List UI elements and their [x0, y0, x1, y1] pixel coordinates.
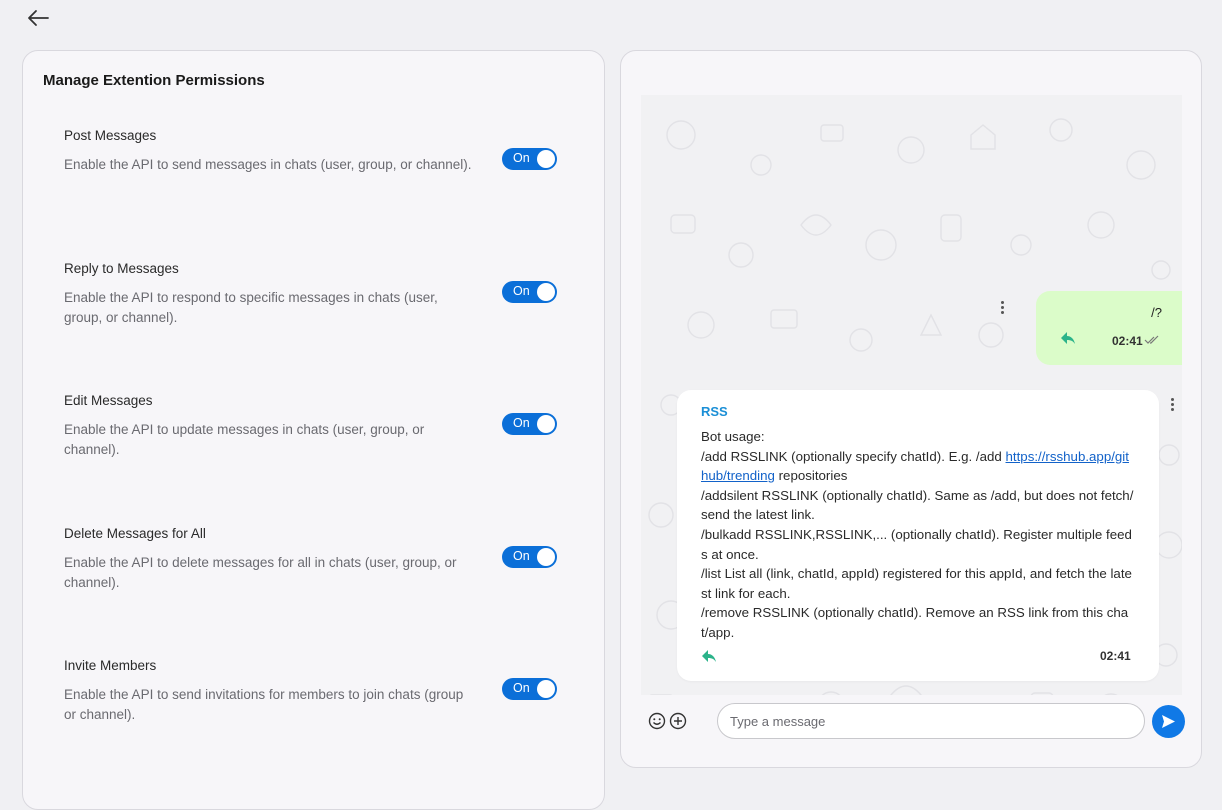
toggle-label: On: [513, 416, 530, 430]
permission-description: Enable the API to send messages in chats…: [64, 157, 472, 172]
reply-messages-toggle[interactable]: On: [502, 281, 557, 303]
message-line: /addsilent RSSLINK (optionally chatId). …: [701, 487, 1134, 523]
permission-name: Reply to Messages: [64, 261, 179, 276]
outgoing-message-text: /?: [1151, 305, 1162, 320]
toggle-label: On: [513, 549, 530, 563]
message-text-span: repositories: [774, 468, 848, 484]
emoji-icon[interactable]: [648, 712, 666, 730]
message-sender-name: RSS: [701, 404, 728, 419]
send-button[interactable]: [1152, 705, 1185, 738]
toggle-knob: [537, 150, 555, 168]
invite-members-toggle[interactable]: On: [502, 678, 557, 700]
toggle-label: On: [513, 681, 530, 695]
post-messages-toggle[interactable]: On: [502, 148, 557, 170]
message-input[interactable]: [717, 703, 1145, 739]
permission-description: Enable the API to send invitations for m…: [64, 687, 464, 722]
permission-name: Delete Messages for All: [64, 526, 206, 541]
permission-description: Enable the API to respond to specific me…: [64, 290, 438, 325]
toggle-label: On: [513, 284, 530, 298]
permission-description: Enable the API to delete messages for al…: [64, 555, 457, 590]
send-icon: [1162, 715, 1175, 728]
double-check-icon: [1144, 335, 1159, 344]
outgoing-message-time: 02:41: [1112, 334, 1143, 348]
permission-delete-messages: Delete Messages for All Enable the API t…: [64, 526, 564, 593]
message-line: /bulkadd RSSLINK,RSSLINK,... (optionally…: [701, 526, 1132, 562]
message-composer: [641, 695, 1185, 747]
permission-invite-members: Invite Members Enable the API to send in…: [64, 658, 564, 725]
reply-icon[interactable]: [701, 649, 717, 663]
delete-messages-toggle[interactable]: On: [502, 546, 557, 568]
toggle-label: On: [513, 151, 530, 165]
permission-description: Enable the API to update messages in cha…: [64, 422, 425, 457]
page-title: Manage Extention Permissions: [43, 72, 265, 89]
incoming-message-text: Bot usage: /add RSSLINK (optionally spec…: [701, 427, 1135, 643]
permission-name: Edit Messages: [64, 393, 153, 408]
toggle-knob: [537, 680, 555, 698]
incoming-message-time: 02:41: [1100, 649, 1131, 663]
reply-icon[interactable]: [1060, 331, 1076, 345]
message-line: /remove RSSLINK (optionally chatId). Rem…: [701, 605, 1129, 640]
toggle-knob: [537, 283, 555, 301]
toggle-knob: [537, 548, 555, 566]
chat-message-area[interactable]: /? 02:41 RSS Bot usage: /add RSSLINK (op…: [641, 95, 1182, 737]
message-line: Bot usage:: [701, 429, 765, 444]
permission-name: Post Messages: [64, 128, 157, 143]
outgoing-message-bubble[interactable]: /? 02:41: [1036, 291, 1182, 365]
add-icon[interactable]: [669, 712, 687, 730]
message-text-span: /add RSSLINK (optionally specify chatId)…: [701, 448, 1006, 464]
message-line: /list List all (link, chatId, appId) reg…: [701, 566, 1132, 601]
arrow-left-icon: [28, 10, 49, 26]
chat-preview-panel: /? 02:41 RSS Bot usage: /add RSSLINK (op…: [620, 50, 1202, 768]
permission-reply-messages: Reply to Messages Enable the API to resp…: [64, 261, 564, 328]
incoming-message-bubble[interactable]: RSS Bot usage: /add RSSLINK (optionally …: [677, 390, 1159, 681]
permission-edit-messages: Edit Messages Enable the API to update m…: [64, 393, 564, 460]
permission-post-messages: Post Messages Enable the API to send mes…: [64, 128, 564, 175]
edit-messages-toggle[interactable]: On: [502, 413, 557, 435]
outgoing-more-vertical-icon[interactable]: [997, 301, 1007, 317]
permission-name: Invite Members: [64, 658, 157, 673]
toggle-knob: [537, 415, 555, 433]
back-button[interactable]: [26, 8, 50, 28]
message-line: /add RSSLINK (optionally specify chatId)…: [701, 447, 1135, 486]
incoming-more-vertical-icon[interactable]: [1167, 398, 1177, 414]
permissions-panel: Manage Extention Permissions Post Messag…: [22, 50, 605, 810]
